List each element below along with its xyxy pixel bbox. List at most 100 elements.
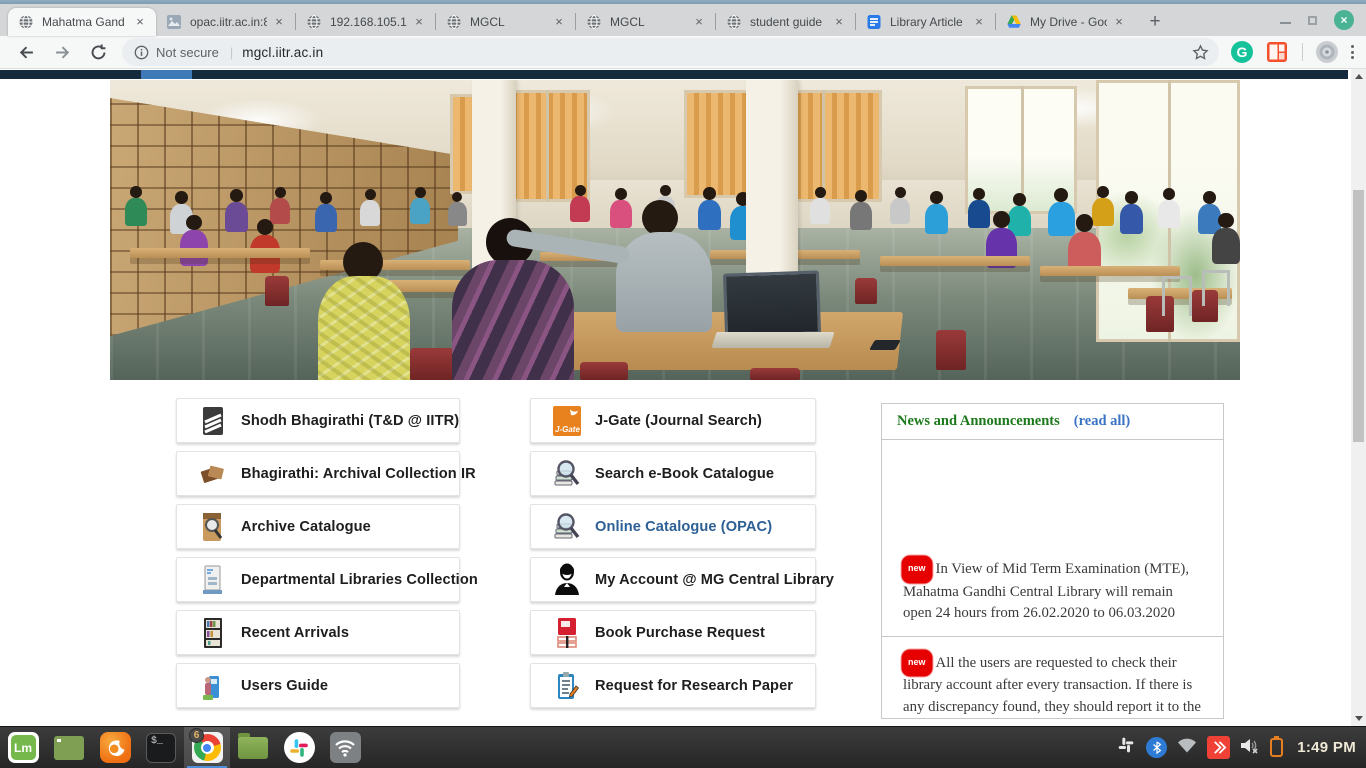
browser-toolbar: Not secure | mgcl.iitr.ac.in G: [0, 36, 1366, 69]
toolbar-separator: [1302, 43, 1303, 61]
profile-avatar-icon[interactable]: [1315, 40, 1339, 64]
orange-extension-icon[interactable]: [1265, 40, 1289, 64]
window-restore-button[interactable]: [1308, 16, 1317, 25]
news-title: News and Announcements: [897, 413, 1060, 430]
link-book-purchase-request[interactable]: Book Purchase Request: [530, 610, 816, 655]
anydesk-icon[interactable]: [1207, 736, 1230, 759]
user-silhouette-icon: [552, 562, 582, 598]
tab-close-icon[interactable]: ×: [691, 14, 707, 30]
nav-active-item[interactable]: [141, 70, 192, 79]
show-desktop-icon: [54, 736, 84, 760]
scroll-up-arrow[interactable]: [1351, 69, 1366, 84]
tab-title: opac.iitr.ac.in:8: [190, 15, 267, 29]
link-archive-catalogue[interactable]: Archive Catalogue: [176, 504, 460, 549]
taskbar-clock[interactable]: 1:49 PM: [1297, 739, 1356, 756]
address-separator: |: [230, 45, 233, 60]
link-search-ebook-catalogue[interactable]: Search e-Book Catalogue: [530, 451, 816, 496]
tab-title: 192.168.105.14: [330, 15, 407, 29]
reload-button[interactable]: [86, 40, 110, 64]
svg-text:J-Gate: J-Gate: [555, 425, 580, 434]
new-badge: new: [903, 557, 931, 582]
tab-my-drive[interactable]: My Drive - Goo ×: [996, 8, 1135, 36]
tab-student-guide[interactable]: student guide ×: [716, 8, 855, 36]
files-launcher[interactable]: [230, 727, 276, 768]
mint-menu-button[interactable]: Lm: [0, 727, 46, 768]
battery-icon[interactable]: [1270, 738, 1283, 757]
bluetooth-icon[interactable]: [1146, 737, 1167, 758]
files-icon: [238, 737, 268, 759]
browser-menu-icon[interactable]: [1351, 45, 1354, 59]
jgate-logo-icon: J-Gate: [552, 403, 582, 439]
info-icon[interactable]: [134, 45, 149, 60]
red-book-icon: [552, 615, 582, 651]
read-all-link[interactable]: (read all): [1074, 413, 1131, 430]
link-jgate[interactable]: J-Gate J-Gate (Journal Search): [530, 398, 816, 443]
news-item: newAll the users are requested to check …: [882, 637, 1223, 720]
tab-opac[interactable]: opac.iitr.ac.in:8 ×: [156, 8, 295, 36]
library-reading-room-photo: [110, 80, 1240, 380]
link-my-account[interactable]: My Account @ MG Central Library: [530, 557, 816, 602]
tab-close-icon[interactable]: ×: [831, 14, 847, 30]
address-bar[interactable]: Not secure | mgcl.iitr.ac.in: [122, 38, 1219, 66]
globe-icon: [586, 14, 602, 30]
link-shodh-bhagirathi[interactable]: Shodh Bhagirathi (T&D @ IITR): [176, 398, 460, 443]
forward-button[interactable]: [50, 40, 74, 64]
quick-links-middle-column: J-Gate J-Gate (Journal Search) Search e-…: [530, 398, 816, 716]
news-item: newIn View of Mid Term Examination (MTE)…: [882, 543, 1223, 637]
news-empty-area: [882, 440, 1223, 543]
tab-close-icon[interactable]: ×: [1111, 14, 1127, 30]
browser-tab-strip: Mahatma Gand × opac.iitr.ac.in:8 × 192.1…: [0, 0, 1366, 36]
link-recent-arrivals[interactable]: Recent Arrivals: [176, 610, 460, 655]
tab-mgcl-1[interactable]: MGCL ×: [436, 8, 575, 36]
news-item-text: All the users are requested to check the…: [903, 655, 1201, 715]
tab-mgcl-2[interactable]: MGCL ×: [576, 8, 715, 36]
window-minimize-button[interactable]: [1280, 22, 1291, 24]
link-departmental-libraries[interactable]: Departmental Libraries Collection: [176, 557, 460, 602]
tab-close-icon[interactable]: ×: [971, 14, 987, 30]
page-scrollbar[interactable]: [1351, 69, 1366, 726]
scrollbar-thumb[interactable]: [1353, 190, 1364, 442]
slack-launcher[interactable]: [276, 727, 322, 768]
tab-close-icon[interactable]: ×: [132, 14, 148, 30]
grammarly-extension-icon[interactable]: G: [1231, 41, 1253, 63]
search-books-icon: [552, 456, 582, 492]
news-item-text: In View of Mid Term Examination (MTE), M…: [903, 561, 1189, 621]
wifi-tray-icon[interactable]: [1177, 737, 1197, 758]
tab-close-icon[interactable]: ×: [411, 14, 427, 30]
link-request-research-paper[interactable]: Request for Research Paper: [530, 663, 816, 708]
slack-tray-icon[interactable]: [1116, 735, 1136, 760]
tab-close-icon[interactable]: ×: [271, 14, 287, 30]
back-button[interactable]: [14, 40, 38, 64]
guide-kiosk-icon: [198, 668, 228, 704]
window-close-button[interactable]: ×: [1334, 10, 1354, 30]
terminal-launcher[interactable]: $_: [138, 727, 184, 768]
chrome-launcher[interactable]: 6: [184, 727, 230, 768]
globe-icon: [306, 14, 322, 30]
tab-title: MGCL: [610, 15, 687, 29]
tab-title: student guide: [750, 15, 827, 29]
globe-icon: [726, 14, 742, 30]
tab-ip-address[interactable]: 192.168.105.14 ×: [296, 8, 435, 36]
archive-search-icon: [198, 509, 228, 545]
slack-icon: [284, 732, 315, 763]
bookmark-star-icon[interactable]: [1192, 44, 1209, 61]
firefox-icon: [100, 732, 131, 763]
link-users-guide[interactable]: Users Guide: [176, 663, 460, 708]
archive-book-icon: [198, 456, 228, 492]
link-online-catalogue-opac[interactable]: Online Catalogue (OPAC): [530, 504, 816, 549]
show-desktop-button[interactable]: [46, 727, 92, 768]
network-icon: [330, 732, 361, 763]
tab-library-article[interactable]: Library Article D ×: [856, 8, 995, 36]
new-tab-button[interactable]: +: [1141, 8, 1169, 36]
link-bhagirathi-archival[interactable]: Bhagirathi: Archival Collection IR: [176, 451, 460, 496]
firefox-launcher[interactable]: [92, 727, 138, 768]
security-label: Not secure: [156, 45, 219, 60]
tab-title: MGCL: [470, 15, 547, 29]
network-launcher[interactable]: [322, 727, 368, 768]
tab-title: My Drive - Goo: [1030, 15, 1107, 29]
volume-muted-icon[interactable]: [1240, 737, 1260, 759]
image-favicon-icon: [166, 14, 182, 30]
tab-close-icon[interactable]: ×: [551, 14, 567, 30]
tab-mahatma-gandhi[interactable]: Mahatma Gand ×: [8, 8, 156, 36]
scroll-down-arrow[interactable]: [1351, 711, 1366, 726]
